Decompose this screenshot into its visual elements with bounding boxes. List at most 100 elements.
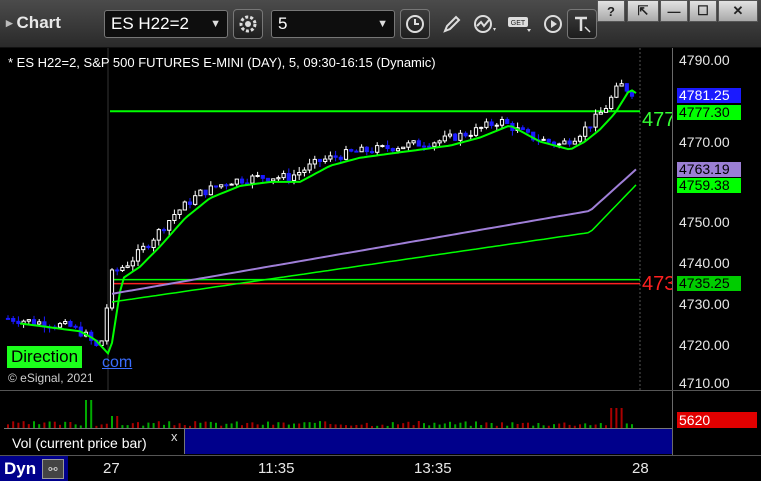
candle-body	[193, 195, 198, 205]
candle-body	[156, 229, 161, 241]
candle-body	[442, 135, 447, 142]
candle-body	[63, 321, 68, 325]
candle-body	[276, 177, 281, 180]
candle-body	[125, 265, 130, 268]
volume-study-label: Vol (current price bar)	[12, 435, 147, 451]
volume-bar	[85, 400, 87, 428]
time-button[interactable]	[400, 9, 430, 39]
candle-body	[333, 155, 338, 158]
volume-bar	[116, 416, 119, 428]
candle-body	[213, 185, 219, 188]
candle-body	[520, 127, 525, 131]
candle-body	[73, 325, 78, 328]
candle-body	[463, 132, 468, 137]
close-button[interactable]: ✕	[718, 0, 758, 22]
candle-body	[234, 178, 239, 185]
candle-body	[31, 319, 37, 325]
level-label-lower: 4735	[642, 273, 672, 296]
candle-body	[421, 145, 427, 148]
candle-body	[583, 126, 588, 137]
draw-button[interactable]	[437, 9, 467, 39]
candle-body	[182, 201, 187, 211]
candle-body	[312, 158, 317, 165]
maximize-button[interactable]: ☐	[689, 0, 717, 22]
volume-axis: 5620	[672, 391, 761, 456]
price-chart-canvas[interactable]	[0, 48, 672, 390]
candle-body	[224, 184, 229, 187]
time-axis[interactable]: Dyn ⚯ 27 11:35 13:35 28	[0, 455, 761, 481]
minimize-button[interactable]: —	[660, 0, 688, 22]
price-tick: 4750.00	[679, 214, 730, 230]
candle-body	[598, 111, 603, 115]
candle-body	[135, 249, 141, 262]
candle-body	[323, 158, 328, 162]
candle-body	[458, 132, 463, 141]
level-price-badge: 4735.25	[677, 276, 741, 291]
candle-body	[57, 323, 63, 328]
close-icon: ✕	[732, 3, 744, 18]
level-label-lower-text: 4735	[642, 273, 672, 295]
candle-body	[562, 140, 567, 145]
maximize-icon: ☐	[697, 3, 709, 18]
candle-body	[385, 145, 390, 150]
candle-body	[499, 118, 505, 126]
candle-body	[609, 96, 614, 110]
price-tick: 4710.00	[679, 375, 730, 391]
lower-band-badge: 4759.38	[677, 178, 741, 193]
candle-body	[546, 138, 551, 143]
interval-value: 5	[278, 14, 288, 33]
candle-body	[380, 145, 385, 148]
studies-button[interactable]	[471, 9, 501, 39]
candle-body	[104, 307, 109, 342]
level-label-upper: 4777	[642, 109, 672, 132]
candle-body	[208, 185, 213, 196]
candle-body	[432, 142, 437, 147]
candle-body	[203, 189, 208, 196]
close-icon[interactable]: x	[171, 429, 178, 444]
dynamic-mode-label: Dyn	[4, 459, 37, 478]
direction-link[interactable]: com	[102, 354, 132, 372]
volume-pane[interactable]: Vol (current price bar) x 5620	[0, 390, 761, 456]
volume-bar	[22, 421, 25, 428]
candle-body	[302, 169, 307, 174]
study-icon	[474, 15, 496, 33]
text-button[interactable]	[567, 9, 597, 39]
candle-body	[369, 151, 375, 154]
settings-button[interactable]	[233, 9, 263, 39]
candle-body	[588, 126, 593, 129]
chart-menu-icon[interactable]: ▸	[6, 15, 13, 31]
volume-study-bar	[185, 428, 672, 454]
play-button[interactable]	[538, 9, 568, 39]
candle-body	[375, 145, 380, 153]
price-axis[interactable]: 4790.00 4770.00 4750.00 4740.00 4730.00 …	[672, 48, 761, 391]
candle-body	[297, 172, 302, 176]
link-icon[interactable]: ⚯	[42, 459, 64, 479]
price-tick: 4790.00	[679, 52, 730, 68]
candle-body	[614, 85, 619, 98]
last-price-badge: 4781.25	[677, 88, 741, 103]
interval-selector[interactable]: 5 ▼	[271, 10, 395, 38]
candle-body	[349, 149, 354, 152]
candle-body	[219, 184, 224, 188]
candle-body	[541, 138, 546, 141]
direction-button[interactable]: Direction	[7, 346, 83, 368]
volume-bar	[168, 421, 171, 428]
help-button[interactable]: ?	[597, 0, 625, 22]
restore-button[interactable]: ⇱	[627, 0, 659, 22]
candle-body	[489, 121, 494, 126]
volume-bar	[610, 408, 613, 428]
symbol-selector[interactable]: ES H22=2 ▼	[104, 10, 228, 38]
minimize-icon: —	[667, 3, 681, 19]
candle-body	[427, 145, 432, 148]
candle-body	[286, 172, 291, 181]
get-button[interactable]: GET	[505, 9, 535, 39]
price-chart-pane[interactable]: * ES H22=2, S&P 500 FUTURES E-MINI (DAY)…	[0, 48, 761, 391]
candle-body	[141, 245, 146, 251]
candle-body	[265, 177, 271, 182]
candle-body	[260, 174, 265, 179]
candle-body	[239, 178, 245, 184]
volume-bar	[90, 400, 93, 428]
candle-body	[354, 150, 359, 153]
volume-study-label-box[interactable]: Vol (current price bar) x	[4, 428, 185, 454]
dynamic-mode-box[interactable]: Dyn ⚯	[0, 456, 68, 481]
